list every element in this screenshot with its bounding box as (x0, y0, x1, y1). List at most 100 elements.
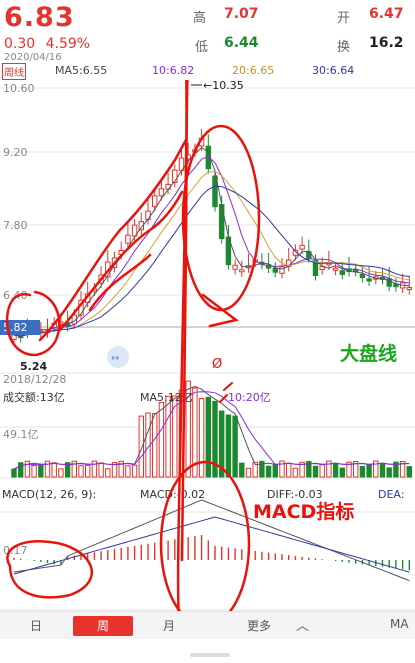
volume-bar (158, 401, 165, 478)
tab-week[interactable]: 周 (73, 616, 133, 636)
volume-ma-line (13, 391, 410, 470)
volume-bar (319, 464, 325, 478)
volume-bar (131, 464, 138, 478)
turnover-value: 16.2 (369, 35, 404, 51)
stock-chart[interactable]: 10.60 9.20 7.80 6.40 5.82 ←10.35 5.24 20… (0, 80, 415, 611)
volume-bar (31, 465, 37, 478)
macd-indicator-annotation: MACD指标 (253, 501, 354, 523)
volume-bar (165, 395, 171, 478)
volume-ma-lines (13, 385, 410, 470)
candle-body (279, 266, 285, 274)
candle-body (145, 210, 151, 220)
candle-body (359, 273, 366, 278)
candle-body (272, 267, 279, 273)
open-label: 开 (337, 11, 351, 26)
volume-title: 成交额:13亿 (3, 390, 65, 404)
volume-bar (11, 468, 17, 478)
volume-bar (225, 414, 232, 478)
tab-day[interactable]: 日 (30, 617, 42, 634)
open-value: 6.47 (369, 6, 404, 22)
price-axis-label-top: 10.60 (3, 82, 35, 95)
change-amount: 0.30 (4, 36, 36, 52)
volume-bar (51, 462, 57, 478)
candle-body (125, 234, 131, 244)
candle-body (366, 278, 372, 282)
candle-body (406, 286, 413, 290)
volume-bar (239, 462, 245, 478)
volume-bar (312, 465, 319, 478)
period-tabs: 日 周 月 更多 ︿ MA (0, 611, 415, 639)
volume-bar (406, 466, 413, 478)
system-nav-bar (0, 639, 415, 663)
price-axis-label-3: 7.80 (3, 219, 28, 232)
candle-body (232, 264, 238, 270)
volume-bar (138, 415, 145, 478)
current-price: 6.83 (4, 2, 75, 33)
tab-month[interactable]: 月 (163, 617, 175, 634)
volume-bar (379, 462, 386, 478)
candle-body (299, 244, 305, 250)
period-selector[interactable]: 周线 (2, 63, 26, 80)
volume-bar (98, 462, 104, 478)
volume-bar (18, 462, 24, 478)
volume-bar (265, 465, 272, 478)
volume-bar (198, 397, 205, 478)
hand-mark-glyph: Ø (212, 357, 222, 372)
low-value: 6.44 (224, 35, 259, 51)
volume-bar (292, 467, 299, 478)
ma-line (13, 170, 410, 337)
volume-bar (245, 467, 252, 478)
volume-ma-line (13, 385, 410, 470)
volume-bar (232, 415, 238, 478)
volume-bar (339, 467, 346, 478)
volume-bar (332, 462, 339, 478)
hand-drawn-annotations (6, 80, 261, 611)
high-value: 7.07 (224, 6, 259, 22)
candle-body (332, 267, 339, 271)
ma10-value: 10:6.82 (152, 64, 195, 77)
ma-line (13, 156, 410, 337)
candle-body (339, 270, 346, 275)
home-indicator[interactable] (190, 653, 230, 657)
quote-header: 6.83 0.30 4.59% 2020/04/16 高 7.07 开 6.47… (0, 0, 415, 63)
candle-body (239, 269, 245, 273)
volume-axis-label: 49.1亿 (3, 428, 39, 441)
change-percent: 4.59% (45, 36, 91, 52)
volume-bar (125, 465, 131, 478)
dea-value: DEA: (378, 488, 404, 501)
macd-line (13, 516, 410, 575)
ma-indicator-bar: 周线 MA5:6.55 10:6.82 20:6.65 30:6.64 (0, 62, 415, 80)
volume-bar (286, 462, 292, 478)
volume-bar (205, 396, 212, 478)
volume-bar (38, 464, 44, 478)
volume-bar (105, 468, 111, 478)
low-label: 低 (195, 40, 209, 55)
volume-bar (152, 413, 158, 478)
high-label: 高 (193, 11, 207, 26)
volume-bar (85, 464, 91, 478)
volume-bar (78, 465, 84, 478)
ma30-value: 30:6.64 (312, 64, 355, 77)
ma5-value: MA5:6.55 (55, 64, 108, 77)
turnover-label: 换 (337, 40, 351, 55)
volume-bar (366, 464, 372, 478)
macd-title: MACD(12, 26, 9): (2, 488, 96, 501)
price-axis-label-2: 9.20 (3, 146, 28, 159)
market-line-annotation: 大盘线 (340, 342, 397, 365)
price-change: 0.30 4.59% (4, 36, 90, 52)
volume-bar (386, 467, 392, 478)
ma20-value: 20:6.65 (232, 64, 275, 77)
volume-bar (272, 464, 279, 478)
macd-histogram (13, 535, 410, 571)
volume-bar (58, 468, 64, 478)
scroll-arrows-icon: ↔ (111, 353, 119, 364)
candle-body (158, 188, 165, 197)
diff-value: DIFF:-0.03 (267, 488, 323, 501)
volume-ma10: 10:20亿 (228, 391, 271, 404)
tab-more[interactable]: 更多 (247, 617, 271, 634)
collapse-up-icon[interactable]: ︿ (296, 615, 309, 634)
volume-bar (359, 465, 366, 478)
min-price-label: 5.24 (20, 360, 47, 373)
tab-ma[interactable]: MA (390, 617, 409, 631)
max-price-label: ←10.35 (203, 80, 244, 92)
